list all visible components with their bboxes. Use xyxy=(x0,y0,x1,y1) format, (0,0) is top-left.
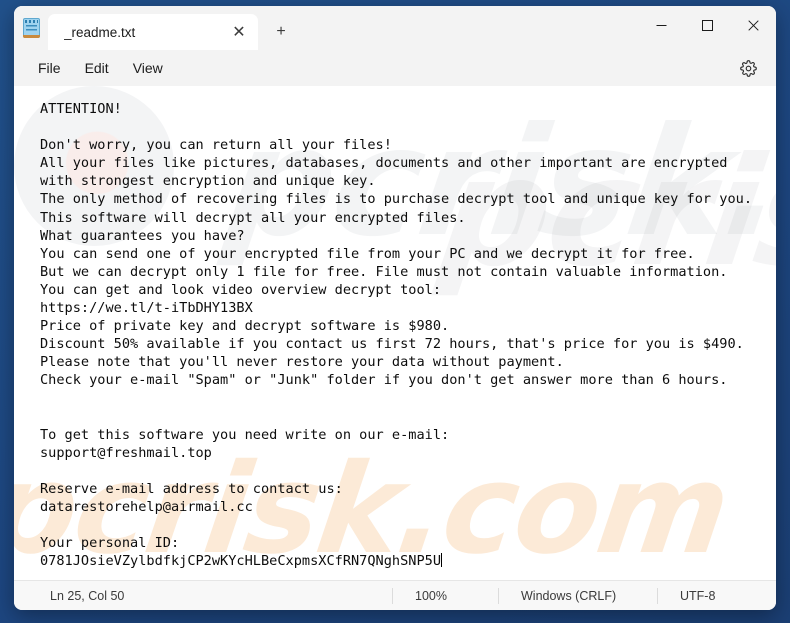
status-zoom-level[interactable]: 100% xyxy=(393,589,498,603)
desktop-background: _readme.txt ✕ + File Edit View pcrisk.co… xyxy=(0,0,790,623)
readme-text-content[interactable]: ATTENTION! Don't worry, you can return a… xyxy=(40,100,768,570)
status-encoding[interactable]: UTF-8 xyxy=(658,589,729,603)
close-window-button[interactable] xyxy=(730,6,776,44)
menu-edit[interactable]: Edit xyxy=(73,55,121,81)
notepad-icon xyxy=(14,6,48,50)
text-caret xyxy=(441,553,443,568)
readme-body: ATTENTION! Don't worry, you can return a… xyxy=(40,101,753,570)
status-cursor-position[interactable]: Ln 25, Col 50 xyxy=(14,589,392,603)
status-bar: Ln 25, Col 50 100% Windows (CRLF) UTF-8 xyxy=(14,580,776,610)
maximize-button[interactable] xyxy=(684,6,730,44)
tab-title: _readme.txt xyxy=(64,24,136,40)
close-tab-icon[interactable]: ✕ xyxy=(226,19,252,45)
gear-icon[interactable] xyxy=(732,54,764,82)
menu-bar: File Edit View xyxy=(14,50,776,86)
new-tab-icon[interactable]: + xyxy=(266,17,296,47)
menu-file[interactable]: File xyxy=(26,55,73,81)
tab-readme[interactable]: _readme.txt ✕ xyxy=(48,14,258,50)
minimize-icon xyxy=(656,24,666,26)
minimize-button[interactable] xyxy=(638,6,684,44)
title-bar: _readme.txt ✕ + xyxy=(14,6,776,50)
notepad-window: _readme.txt ✕ + File Edit View pcrisk.co… xyxy=(14,6,776,610)
close-icon xyxy=(747,19,759,31)
maximize-icon xyxy=(701,19,713,31)
text-editor-area[interactable]: pcrisk.com pcrisk.com pcrisk.com ATTENTI… xyxy=(14,86,776,580)
menu-view[interactable]: View xyxy=(121,55,175,81)
window-controls xyxy=(638,6,776,44)
status-line-ending[interactable]: Windows (CRLF) xyxy=(499,589,657,603)
